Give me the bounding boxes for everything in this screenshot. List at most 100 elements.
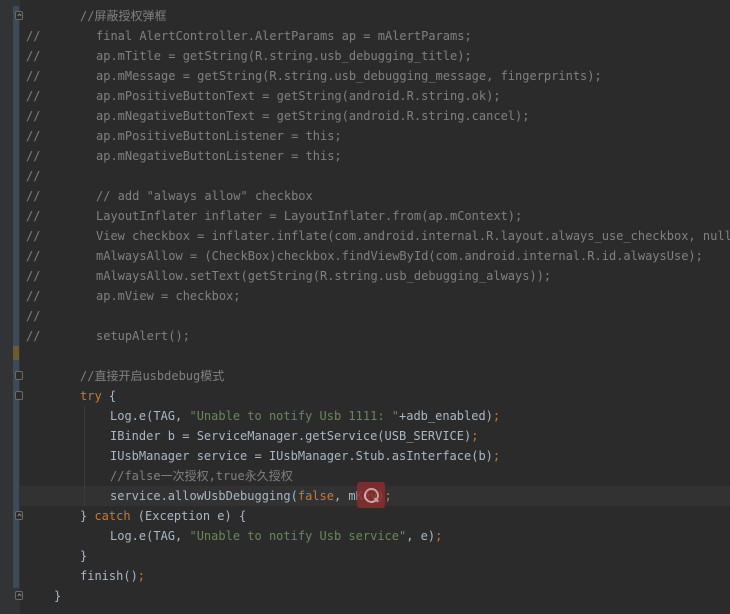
code-line[interactable]: } xyxy=(0,586,730,606)
code-token: ; xyxy=(384,489,392,503)
code-token: View checkbox = inflater.inflate(com.and… xyxy=(96,229,730,243)
code-text[interactable]: } xyxy=(80,549,87,563)
code-line[interactable]: finish(); xyxy=(0,566,730,586)
code-token: "Unable to notify Usb service" xyxy=(189,529,407,543)
code-line[interactable]: // final AlertController.AlertParams ap =… xyxy=(0,26,730,46)
code-text[interactable]: ap.mPositiveButtonText = getString(andro… xyxy=(96,89,501,103)
code-token: ap.mMessage = getString(R.string.usb_deb… xyxy=(96,69,602,83)
line-comment-marker: // xyxy=(26,229,41,243)
code-token: } xyxy=(80,549,88,563)
code-token: ap.mPositiveButtonListener = this; xyxy=(96,129,342,143)
code-text[interactable]: //false一次授权,true永久授权 xyxy=(110,469,293,483)
line-comment-marker: // xyxy=(26,69,41,83)
code-line[interactable]: Log.e(TAG, "Unable to notify Usb service… xyxy=(0,526,730,546)
code-text[interactable]: finish(); xyxy=(80,569,145,583)
code-text[interactable]: Log.e(TAG, "Unable to notify Usb 1111: "… xyxy=(110,409,500,423)
code-line[interactable]: } xyxy=(0,546,730,566)
code-line[interactable]: // xyxy=(0,166,730,186)
code-token: ap.mNegativeButtonListener = this; xyxy=(96,149,342,163)
code-line[interactable]: // xyxy=(0,306,730,326)
code-text[interactable]: Log.e(TAG, "Unable to notify Usb service… xyxy=(110,529,442,543)
code-token: IBinder b = ServiceManager.getService(US… xyxy=(110,429,472,443)
code-token: //屏蔽授权弹框 xyxy=(80,9,167,23)
code-line[interactable]: // ap.mPositiveButtonListener = this; xyxy=(0,126,730,146)
intention-bulb-icon[interactable] xyxy=(357,482,385,508)
code-line[interactable]: //屏蔽授权弹框 xyxy=(0,6,730,26)
code-line[interactable]: // ap.mView = checkbox; xyxy=(0,286,730,306)
code-token: setupAlert(); xyxy=(96,329,190,343)
code-token: finish() xyxy=(80,569,138,583)
code-text[interactable]: } xyxy=(54,589,61,603)
code-token: catch xyxy=(94,509,131,523)
line-comment-marker: // xyxy=(26,49,41,63)
line-comment-marker: // xyxy=(26,89,41,103)
line-comment-marker: // xyxy=(26,149,41,163)
code-line[interactable]: // ap.mNegativeButtonListener = this; xyxy=(0,146,730,166)
line-comment-marker: // xyxy=(26,169,41,183)
code-line[interactable]: // ap.mMessage = getString(R.string.usb_d… xyxy=(0,66,730,86)
code-token: mAlwaysAllow = (CheckBox)checkbox.findVi… xyxy=(96,249,703,263)
fold-marker-icon[interactable] xyxy=(15,11,23,20)
code-text[interactable]: mAlwaysAllow = (CheckBox)checkbox.findVi… xyxy=(96,249,703,263)
code-token: //false一次授权,true永久授权 xyxy=(110,469,293,483)
code-line[interactable]: // ap.mNegativeButtonText = getString(and… xyxy=(0,106,730,126)
code-text[interactable]: try { xyxy=(80,389,116,403)
code-text[interactable]: View checkbox = inflater.inflate(com.and… xyxy=(96,229,730,243)
code-text[interactable]: ap.mMessage = getString(R.string.usb_deb… xyxy=(96,69,602,83)
code-line[interactable]: // mAlwaysAllow.setText(getString(R.strin… xyxy=(0,266,730,286)
code-text[interactable]: // add "always allow" checkbox xyxy=(96,189,313,203)
code-token: final AlertController.AlertParams ap = m… xyxy=(96,29,472,43)
code-line[interactable]: // // add "always allow" checkbox xyxy=(0,186,730,206)
code-line[interactable]: IBinder b = ServiceManager.getService(US… xyxy=(0,426,730,446)
code-text[interactable]: ap.mNegativeButtonListener = this; xyxy=(96,149,342,163)
code-text[interactable]: IUsbManager service = IUsbManager.Stub.a… xyxy=(110,449,500,463)
code-token: +adb_enabled) xyxy=(399,409,493,423)
code-token: ap.mNegativeButtonText = getString(andro… xyxy=(96,109,530,123)
code-text[interactable]: mAlwaysAllow.setText(getString(R.string.… xyxy=(96,269,551,283)
code-editor[interactable]: //屏蔽授权弹框 // final AlertController.AlertPar… xyxy=(0,0,730,614)
code-line[interactable]: try { xyxy=(0,386,730,406)
code-token: ap.mTitle = getString(R.string.usb_debug… xyxy=(96,49,472,63)
code-line[interactable]: Log.e(TAG, "Unable to notify Usb 1111: "… xyxy=(0,406,730,426)
code-text[interactable]: } catch (Exception e) { xyxy=(80,509,246,523)
code-line[interactable]: // ap.mPositiveButtonText = getString(and… xyxy=(0,86,730,106)
code-line[interactable]: // View checkbox = inflater.inflate(com.a… xyxy=(0,226,730,246)
code-text[interactable]: LayoutInflater inflater = LayoutInflater… xyxy=(96,209,522,223)
code-token: ; xyxy=(471,429,479,443)
code-text[interactable]: ap.mPositiveButtonListener = this; xyxy=(96,129,342,143)
code-text[interactable]: final AlertController.AlertParams ap = m… xyxy=(96,29,472,43)
code-token: false xyxy=(297,489,334,503)
code-line[interactable]: // ap.mTitle = getString(R.string.usb_deb… xyxy=(0,46,730,66)
line-comment-marker: // xyxy=(26,289,41,303)
code-text[interactable]: IBinder b = ServiceManager.getService(US… xyxy=(110,429,478,443)
code-text[interactable]: ap.mTitle = getString(R.string.usb_debug… xyxy=(96,49,472,63)
code-text[interactable]: //直接开启usbdebug模式 xyxy=(80,369,224,383)
code-line[interactable]: // mAlwaysAllow = (CheckBox)checkbox.find… xyxy=(0,246,730,266)
fold-marker-icon[interactable] xyxy=(15,511,23,520)
fold-marker-icon[interactable] xyxy=(15,371,23,380)
code-text[interactable]: ap.mNegativeButtonText = getString(andro… xyxy=(96,109,529,123)
code-token: // add "always allow" checkbox xyxy=(96,189,313,203)
line-comment-marker: // xyxy=(26,29,41,43)
fold-marker-icon[interactable] xyxy=(15,391,23,400)
code-text[interactable]: setupAlert(); xyxy=(96,329,190,343)
code-line[interactable]: IUsbManager service = IUsbManager.Stub.a… xyxy=(0,446,730,466)
code-line[interactable] xyxy=(0,346,730,366)
code-line[interactable]: // setupAlert(); xyxy=(0,326,730,346)
code-text[interactable]: ap.mView = checkbox; xyxy=(96,289,241,303)
code-line[interactable]: //直接开启usbdebug模式 xyxy=(0,366,730,386)
line-comment-marker: // xyxy=(26,269,41,283)
line-comment-marker: // xyxy=(26,129,41,143)
code-token: } xyxy=(80,509,95,523)
line-comment-marker: // xyxy=(26,109,41,123)
code-line[interactable]: } catch (Exception e) { xyxy=(0,506,730,526)
code-text[interactable]: service.allowUsbDebugging(false, mKey); xyxy=(110,489,392,503)
code-token: try xyxy=(80,389,102,403)
code-line[interactable]: // LayoutInflater inflater = LayoutInflat… xyxy=(0,206,730,226)
code-token: //直接开启usbdebug模式 xyxy=(80,369,225,383)
code-token: service.allowUsbDebugging( xyxy=(110,489,298,503)
code-token: mAlwaysAllow.setText(getString(R.string.… xyxy=(96,269,552,283)
line-comment-marker: // xyxy=(26,249,41,263)
code-text[interactable]: //屏蔽授权弹框 xyxy=(80,9,166,23)
fold-marker-icon[interactable] xyxy=(15,591,23,600)
